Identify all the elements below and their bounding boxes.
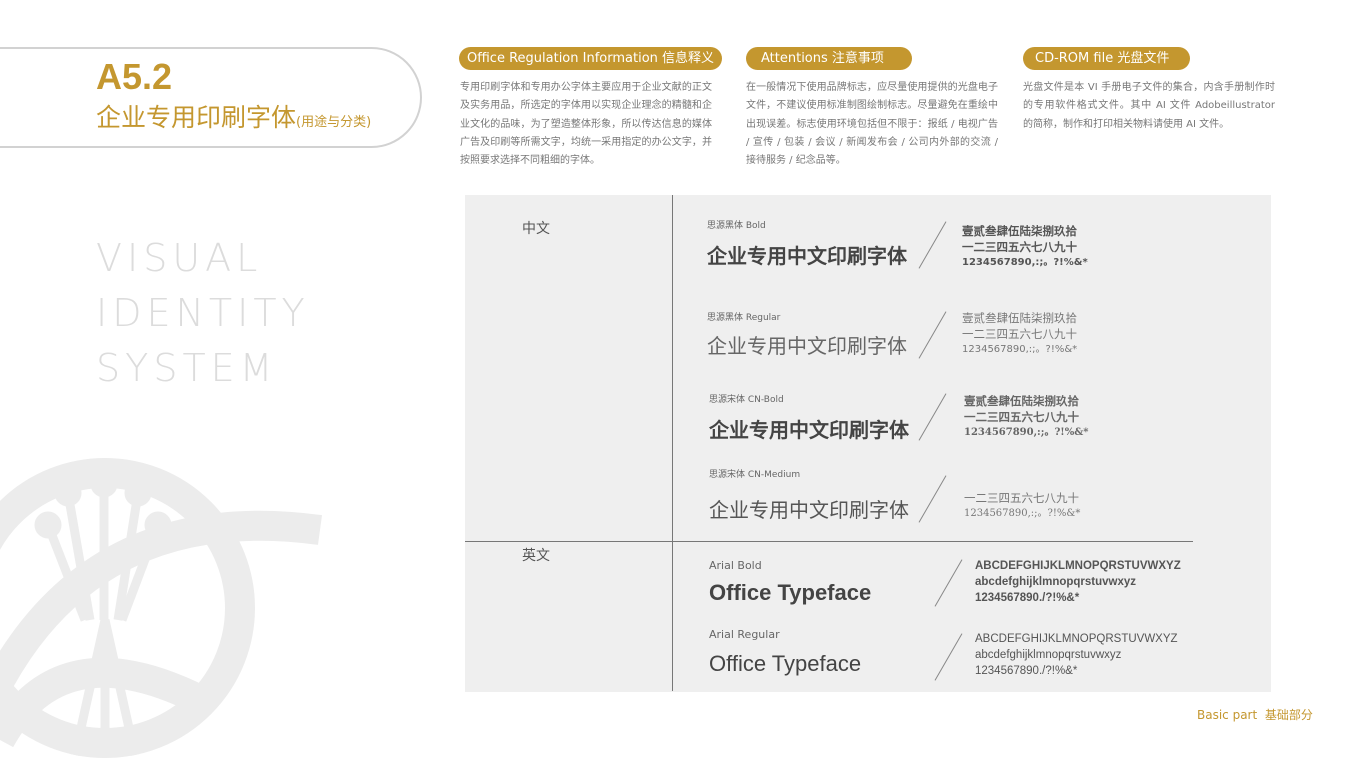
glyph-line: 一二三四五六七八九十: [962, 327, 1077, 341]
section-title-cdrom: CD-ROM file 光盘文件: [1023, 47, 1190, 70]
glyph-line: abcdefghijklmnopqrstuvwxyz: [975, 649, 1122, 661]
glyph-line: 1234567890./?!%&*: [975, 592, 1080, 604]
font-sample: 企业专用中文印刷字体: [709, 418, 909, 442]
font-sample: 企业专用中文印刷字体: [707, 244, 907, 268]
font-sample: Office Typeface: [709, 580, 872, 605]
glyph-line: ABCDEFGHIJKLMNOPQRSTUVWXYZ: [975, 633, 1178, 645]
glyph-set: 壹贰叁肆伍陆柒捌玖拾 一二三四五六七八九十 1234567890,:;。?!%&*: [964, 393, 1088, 441]
watermark-system: SYSTEM: [96, 346, 278, 390]
glyph-line: 一二三四五六七八九十: [962, 240, 1077, 254]
chinese-label: 中文: [522, 221, 550, 237]
glyph-line: 1234567890,:;。?!%&*: [964, 508, 1081, 519]
section-title-attentions: Attentions 注意事项: [746, 47, 912, 70]
glyph-line: 一二三四五六七八九十: [964, 491, 1079, 505]
font-name: 思源宋体 CN-Medium: [709, 470, 801, 480]
glyph-line: 1234567890,:;。?!%&*: [962, 257, 1088, 268]
title-note: (用途与分类): [296, 115, 372, 130]
glyph-set: ABCDEFGHIJKLMNOPQRSTUVWXYZ abcdefghijklmn…: [975, 631, 1178, 679]
glyph-line: 一二三四五六七八九十: [964, 410, 1079, 424]
font-name: 思源黑体 Bold: [707, 221, 766, 231]
section-code: A5.2: [96, 56, 173, 97]
watermark-visual: VISUAL: [96, 236, 263, 280]
section-text-attentions: 在一般情况下使用品牌标志，应尽量使用提供的光盘电子文件，不建议使用标准制图绘制标…: [746, 82, 998, 167]
footer-label: Basic part 基础部分: [1197, 708, 1313, 722]
section-title-info: Office Regulation Information 信息释义: [459, 47, 723, 70]
glyph-line: 壹贰叁肆伍陆柒捌玖拾: [964, 394, 1079, 408]
glyph-line: 壹贰叁肆伍陆柒捌玖拾: [962, 224, 1077, 238]
title-text: 企业专用印刷字体: [96, 103, 297, 132]
font-sample: 企业专用中文印刷字体: [707, 334, 907, 358]
glyph-set: 壹贰叁肆伍陆柒捌玖拾 一二三四五六七八九十 1234567890,:;。?!%&*: [962, 223, 1088, 271]
font-name: Arial Bold: [709, 559, 762, 572]
glyph-set: 壹贰叁肆伍陆柒捌玖拾 一二三四五六七八九十 1234567890,:;。?!%&*: [962, 310, 1077, 358]
typeface-panel: [465, 195, 1271, 692]
lotus-watermark-icon: [0, 458, 323, 758]
glyph-line: abcdefghijklmnopqrstuvwxyz: [975, 576, 1137, 588]
glyph-line: 1234567890,:;。?!%&*: [962, 344, 1078, 355]
english-label: 英文: [522, 548, 550, 564]
divider-vertical: [672, 195, 673, 691]
glyph-line: ABCDEFGHIJKLMNOPQRSTUVWXYZ: [975, 560, 1181, 572]
font-sample: Office Typeface: [709, 651, 862, 676]
glyph-line: 1234567890,:;。?!%&*: [964, 427, 1089, 438]
section-text-info: 专用印刷字体和专用办公字体主要应用于企业文献的正文及实务用品，所选定的字体用以实…: [460, 82, 712, 167]
watermark-identity: IDENTITY: [96, 291, 310, 335]
glyph-line: 1234567890./?!%&*: [975, 665, 1078, 677]
section-text-cdrom: 光盘文件是本 VI 手册电子文件的集合，内含手册制作时的专用软件格式文件。其中 …: [1023, 82, 1275, 130]
font-name: Arial Regular: [709, 628, 780, 641]
divider-horizontal: [465, 541, 1193, 542]
page-title: 企业专用印刷字体(用途与分类): [96, 98, 371, 134]
glyph-set: ABCDEFGHIJKLMNOPQRSTUVWXYZ abcdefghijklmn…: [975, 558, 1181, 606]
glyph-set: 一二三四五六七八九十 1234567890,:;。?!%&*: [964, 490, 1080, 522]
font-name: 思源黑体 Regular: [707, 313, 781, 323]
font-sample: 企业专用中文印刷字体: [709, 498, 909, 522]
font-name: 思源宋体 CN-Bold: [709, 395, 784, 405]
glyph-line: 壹贰叁肆伍陆柒捌玖拾: [962, 311, 1077, 325]
